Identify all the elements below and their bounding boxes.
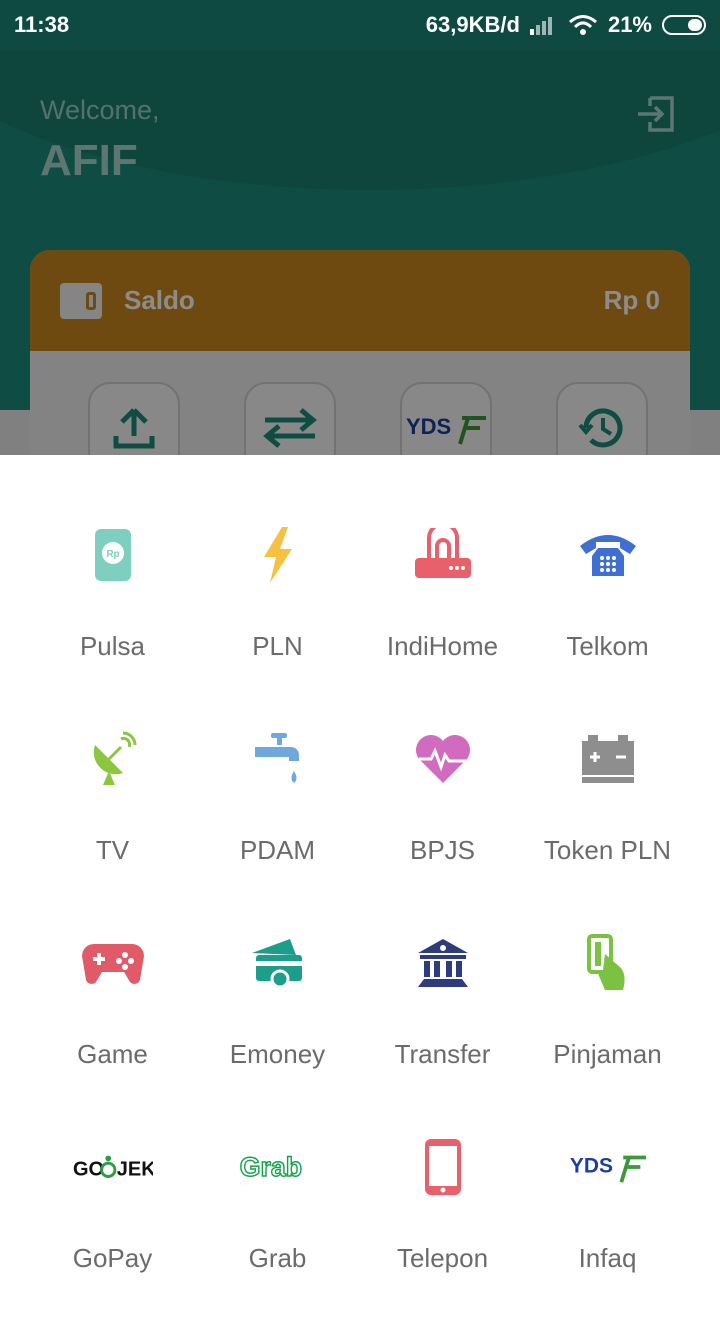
emoney-card-icon [251,939,302,989]
svg-text:JEK: JEK [116,1159,152,1181]
bank-icon [417,939,468,987]
menu-item-tv[interactable]: TV [30,719,195,923]
svg-text:YDS: YDS [569,1155,612,1178]
gamepad-icon [81,944,144,984]
menu-label: Transfer [394,1039,491,1069]
menu-bottom-sheet: Rp Pulsa PLN IndiHome Telkom TV PDAM BPJ… [0,455,720,1280]
status-time: 11:38 [14,12,70,37]
menu-item-gopay[interactable]: GO JEK GoPay [30,1127,195,1331]
menu-label: Infaq [578,1243,637,1273]
menu-item-infaq[interactable]: YDS Infaq [525,1127,690,1331]
satellite-dish-icon [93,731,136,785]
svg-text:Rp: Rp [106,549,119,560]
signal-icon [529,17,552,35]
smartphone-icon [424,1139,461,1195]
menu-item-game[interactable]: Game [30,923,195,1127]
status-bar: 11:38 63,9KB/d 21% [0,0,720,50]
menu-item-indihome[interactable]: IndiHome [360,515,525,719]
menu-label: TV [95,835,130,865]
battery-token-icon [581,735,634,783]
ydsf-logo-icon: YDS [569,1155,646,1183]
menu-item-pln[interactable]: PLN [195,515,360,719]
water-tap-icon [254,733,299,783]
menu-item-token-pln[interactable]: Token PLN [525,719,690,923]
menu-label: Grab [248,1243,307,1273]
svg-text:GO: GO [73,1159,104,1181]
menu-label: PDAM [239,835,316,865]
menu-item-pinjaman[interactable]: Pinjaman [525,923,690,1127]
gojek-logo-icon: GO JEK [73,1155,153,1181]
menu-label: Emoney [229,1039,326,1069]
grab-logo-icon: Grab [239,1151,303,1182]
menu-label: Token PLN [543,835,672,865]
battery-icon [662,15,706,35]
menu-item-emoney[interactable]: Emoney [195,923,360,1127]
network-speed: 63,9KB/d [425,12,520,37]
menu-item-pulsa[interactable]: Rp Pulsa [30,515,195,719]
menu-item-bpjs[interactable]: BPJS [360,719,525,923]
menu-item-telepon[interactable]: Telepon [360,1127,525,1331]
telephone-icon [579,535,636,576]
heartbeat-icon [415,735,470,783]
menu-item-pdam[interactable]: PDAM [195,719,360,923]
menu-item-grab[interactable]: Grab Grab [195,1127,360,1331]
menu-item-telkom[interactable]: Telkom [525,515,690,719]
menu-label: PLN [252,631,303,661]
menu-label: GoPay [72,1243,153,1273]
menu-label: BPJS [409,835,476,865]
battery-percent: 21% [607,12,652,37]
router-icon [414,528,471,578]
menu-item-transfer[interactable]: Transfer [360,923,525,1127]
menu-label: Pinjaman [553,1039,662,1069]
dim-overlay[interactable] [0,50,720,455]
menu-label: Game [77,1039,148,1069]
menu-label: Telkom [566,631,649,661]
status-right: 63,9KB/d 21% [426,12,706,38]
wifi-icon [568,15,597,35]
menu-label: Pulsa [79,631,146,661]
phone-rp-icon: Rp [94,529,131,581]
lightning-icon [263,527,292,583]
menu-grid: Rp Pulsa PLN IndiHome Telkom TV PDAM BPJ… [30,515,690,1331]
menu-label: IndiHome [386,631,499,661]
hand-card-icon [586,934,625,990]
svg-text:Grab: Grab [239,1152,301,1182]
menu-label: Telepon [396,1243,489,1273]
